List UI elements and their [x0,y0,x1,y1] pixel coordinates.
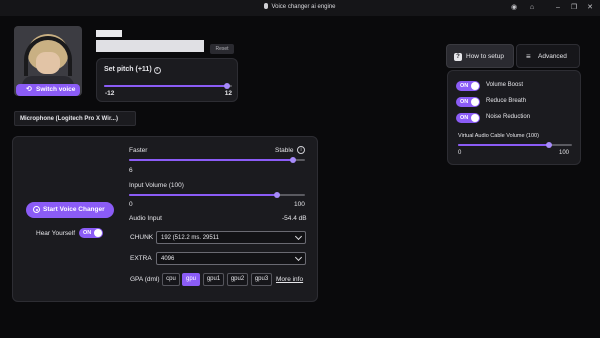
microphone-select[interactable]: Microphone (Logitech Pro X Wir...) [14,111,136,126]
toggle-knob [471,114,479,122]
restore-icon[interactable]: ❐ [568,3,580,12]
input-volume-fill [129,194,277,196]
extra-label: EXTRA [130,255,152,262]
speed-slider[interactable] [129,157,305,163]
tab-advanced-label: Advanced [538,53,567,60]
gpu-option-gpu[interactable]: gpu [182,273,200,286]
input-volume-slider[interactable] [129,192,305,198]
speed-info-icon[interactable]: i [297,146,305,154]
chunk-label: CHUNK [130,234,154,241]
noise-reduction-state: ON [460,115,469,121]
gpu-option-gpu2[interactable]: gpu2 [227,273,248,286]
tab-advanced[interactable]: ≡ Advanced [516,44,580,68]
help-icon: ? [454,53,462,61]
swap-icon: ⟲ [26,86,32,93]
cable-volume-thumb[interactable] [546,142,553,148]
input-volume-thumb[interactable] [273,192,280,198]
title-bar: Voice changer ai engine ◉ ⌂ – ❐ ✕ [0,0,600,16]
input-volume-min: 0 [129,201,133,208]
speed-thumb[interactable] [289,157,296,163]
input-volume-label: Input Volume (100) [129,182,184,189]
advanced-panel: ON Volume Boost ON Reduce Breath ON Nois… [447,70,581,165]
pitch-label-text: Set pitch (+11) [104,66,152,73]
cable-volume-min: 0 [458,150,462,156]
reset-label: Reset [215,46,229,52]
volume-boost-state: ON [460,83,469,89]
info-icon[interactable]: i [153,67,161,74]
sliders-icon: ≡ [526,52,531,61]
chevron-down-icon [294,253,303,262]
reduce-breath-state: ON [460,99,469,105]
cable-volume-slider[interactable] [458,142,572,148]
reduce-breath-toggle[interactable]: ON [456,97,480,107]
record-icon [33,206,40,213]
chunk-value: 192 (512.2 ms. 29511 [161,235,219,241]
pitch-fill [104,85,227,87]
chunk-select[interactable]: 192 (512.2 ms. 29511 [156,231,306,244]
minimize-icon[interactable]: – [552,3,564,12]
volume-boost-label: Volume Boost [486,82,524,88]
gpu-option-cpu[interactable]: cpu [162,273,180,286]
speed-fill [129,159,293,161]
pitch-min: -12 [105,90,115,97]
hear-yourself-toggle[interactable]: ON [79,228,103,238]
gamepad-icon[interactable]: ⌂ [526,3,538,12]
volume-boost-toggle[interactable]: ON [456,81,480,91]
noise-reduction-toggle[interactable]: ON [456,113,480,123]
speed-left-label: Faster [129,147,148,154]
close-icon[interactable]: ✕ [584,3,596,12]
microphone-select-value: Microphone (Logitech Pro X Wir...) [20,116,118,122]
extra-value: 4096 [161,256,175,262]
hear-yourself-state: ON [83,230,92,236]
avatar-face [36,52,60,74]
switch-voice-button[interactable]: ⟲ Switch voice [16,84,80,96]
switch-voice-label: Switch voice [36,86,76,93]
microphone-icon [264,3,269,9]
pitch-max: 12 [224,90,232,97]
tab-how-to-setup-label: How to setup [466,53,504,60]
pitch-slider[interactable] [104,83,232,89]
discord-icon[interactable]: ◉ [508,3,520,12]
gpu-option-gpu3[interactable]: gpu3 [251,273,272,286]
pitch-label: Set pitch (+11) i [104,66,161,74]
cable-volume-label: Virtual Audio Cable Volume (100) [458,133,539,139]
toggle-knob [94,229,102,237]
input-volume-max: 100 [294,201,305,208]
start-voice-changer-button[interactable]: Start Voice Changer [26,202,114,218]
audio-input-value: -54.4 dB [282,215,307,222]
start-voice-changer-label: Start Voice Changer [43,206,105,213]
cable-volume-max: 100 [559,150,570,156]
pitch-panel: Set pitch (+11) i -12 12 [96,58,238,102]
noise-reduction-label: Noise Reduction [486,114,531,120]
more-info-link[interactable]: More info [276,276,303,283]
cable-volume-fill [458,144,550,146]
gpu-label: GPA (dml) [130,276,160,283]
toggle-knob [471,98,479,106]
gpu-option-gpu1[interactable]: gpu1 [203,273,224,286]
toggle-knob [471,82,479,90]
speed-value: 6 [129,167,133,174]
voice-name-redacted [96,30,122,37]
extra-select[interactable]: 4096 [156,252,306,265]
reset-button[interactable]: Reset [210,44,234,54]
reduce-breath-label: Reduce Breath [486,98,527,104]
hear-yourself-label: Hear Yourself [36,230,76,237]
audio-input-label: Audio Input [129,215,162,222]
tab-how-to-setup[interactable]: ? How to setup [446,44,514,68]
chevron-down-icon [294,232,303,241]
window-title-text: Voice changer ai engine [271,4,336,10]
speed-right-label: Stable [275,147,294,154]
pitch-thumb[interactable] [223,83,230,89]
voice-name-redacted [96,40,204,52]
